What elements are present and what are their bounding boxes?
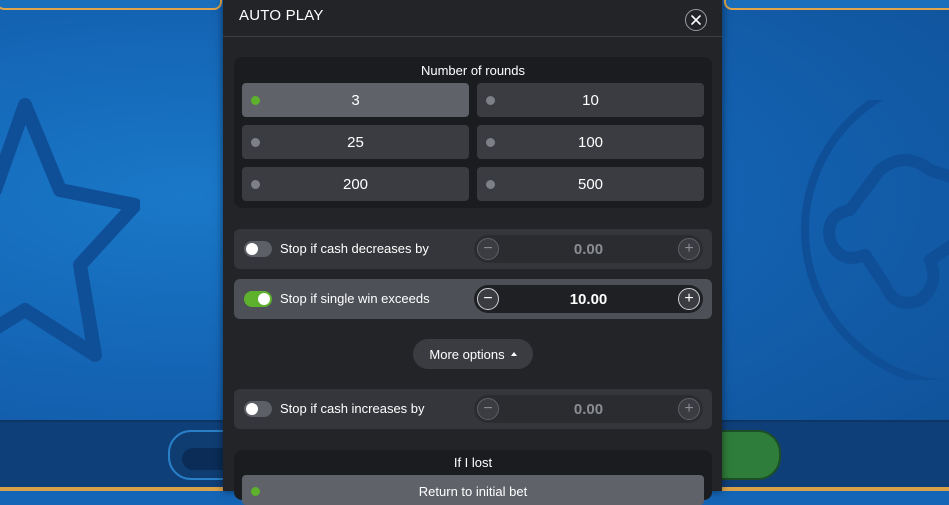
round-option-200[interactable]: 200 [242, 167, 469, 201]
round-option-25[interactable]: 25 [242, 125, 469, 159]
toggle-knob [258, 293, 270, 305]
round-option-label: 3 [351, 91, 360, 109]
if-lost-label: If I lost [453, 455, 493, 470]
radio-indicator [251, 96, 260, 105]
if-lost-section: If I lost Return to initial bet [234, 450, 712, 505]
more-options-button[interactable]: More options [413, 339, 533, 369]
panel-header: AUTO PLAY [223, 0, 722, 37]
rounds-label: Number of rounds [420, 63, 526, 78]
round-option-label: 500 [577, 175, 604, 193]
puzzle-badge-icon [801, 100, 949, 380]
stop-cash-increase-label: Stop if cash increases by [280, 401, 425, 416]
stop-cash-decrease-label: Stop if cash decreases by [280, 241, 429, 256]
stop-single-win-toggle[interactable] [244, 291, 272, 307]
stop-single-win-stepper: − 10.00 + [474, 285, 703, 313]
round-option-label: 200 [342, 175, 369, 193]
round-option-label: 25 [347, 133, 364, 151]
round-option-100[interactable]: 100 [477, 125, 704, 159]
minus-icon[interactable]: − [477, 238, 499, 260]
close-icon [691, 15, 701, 25]
stop-single-win-value[interactable]: 10.00 [504, 291, 673, 308]
caret-up-icon [510, 351, 517, 356]
lost-option-label: Return to initial bet [418, 484, 528, 499]
panel-title: AUTO PLAY [239, 7, 324, 24]
rounds-section: Number of rounds 3 10 25 100 200 500 [234, 57, 712, 208]
radio-indicator [251, 180, 260, 189]
round-option-label: 10 [582, 91, 599, 109]
top-right-frame [724, 0, 949, 10]
stop-cash-increase-stepper: − 0.00 + [474, 395, 703, 423]
plus-icon[interactable]: + [678, 238, 700, 260]
plus-icon[interactable]: + [678, 398, 700, 420]
round-option-10[interactable]: 10 [477, 83, 704, 117]
round-option-label: 100 [577, 133, 604, 151]
radio-indicator [486, 138, 495, 147]
stop-single-win-row: Stop if single win exceeds − 10.00 + [234, 279, 712, 319]
minus-icon[interactable]: − [477, 398, 499, 420]
round-option-500[interactable]: 500 [477, 167, 704, 201]
close-button[interactable] [685, 9, 707, 31]
radio-indicator [486, 180, 495, 189]
toggle-knob [246, 243, 258, 255]
radio-indicator [251, 138, 260, 147]
stop-single-win-label: Stop if single win exceeds [280, 291, 430, 306]
minus-icon[interactable]: − [477, 288, 499, 310]
round-option-3[interactable]: 3 [242, 83, 469, 117]
stop-cash-increase-toggle[interactable] [244, 401, 272, 417]
autoplay-panel: AUTO PLAY Number of rounds 3 10 25 100 2… [223, 0, 722, 505]
more-options-label: More options [429, 346, 505, 362]
stop-cash-increase-value[interactable]: 0.00 [504, 401, 673, 418]
radio-indicator [251, 487, 260, 496]
stop-cash-decrease-toggle[interactable] [244, 241, 272, 257]
top-left-frame [0, 0, 222, 10]
stop-cash-decrease-value[interactable]: 0.00 [504, 241, 673, 258]
plus-icon[interactable]: + [678, 288, 700, 310]
radio-indicator [486, 96, 495, 105]
star-decoration-icon [0, 98, 140, 362]
return-to-initial-bet-option[interactable]: Return to initial bet [242, 475, 704, 505]
toggle-knob [246, 403, 258, 415]
stop-cash-increase-row: Stop if cash increases by − 0.00 + [234, 389, 712, 429]
stop-cash-decrease-row: Stop if cash decreases by − 0.00 + [234, 229, 712, 269]
stop-cash-decrease-stepper: − 0.00 + [474, 235, 703, 263]
